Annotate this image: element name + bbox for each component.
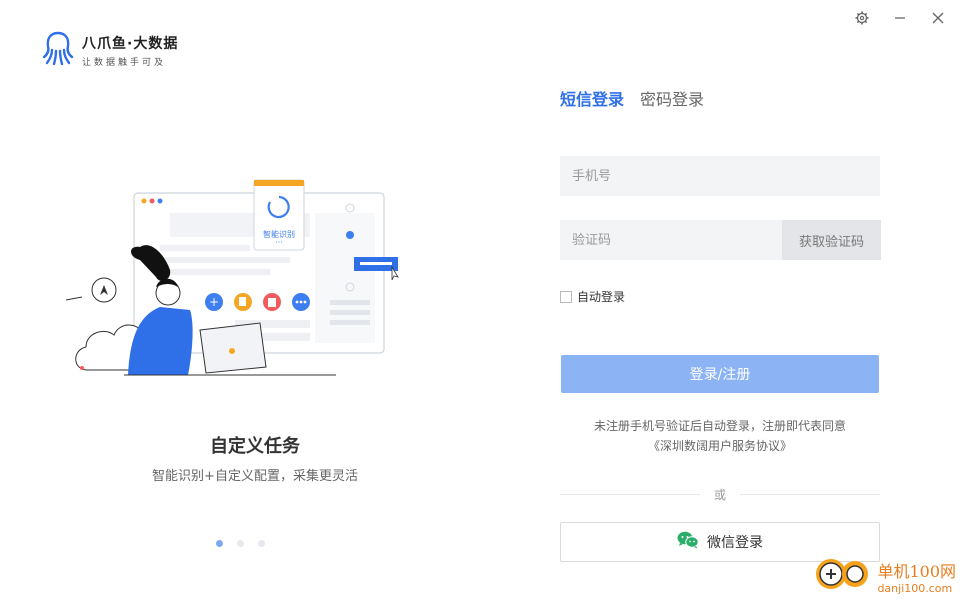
brand-logo: 八爪鱼·大数据 让数据触手可及 [40,30,178,70]
code-input[interactable] [560,220,780,260]
auto-login-option: 自动登录 [560,288,625,305]
carousel-indicator [216,540,265,547]
register-notice: 未注册手机号验证后自动登录，注册即代表同意 [593,419,846,433]
login-tabs: 短信登录 密码登录 [560,86,704,110]
carousel-dot-1[interactable] [216,540,223,547]
window-controls [854,10,946,26]
or-label: 或 [713,488,726,502]
divider-line-right [740,494,880,495]
watermark-logo-icon [813,556,873,596]
brand-name: 八爪鱼·大数据 [82,35,179,52]
site-watermark: 单机100网 danji100.com [813,556,956,596]
auto-login-label: 自动登录 [577,290,626,304]
code-field: 获取验证码 [560,220,881,260]
watermark-title: 单机100网 [877,561,956,581]
get-code-button[interactable]: 获取验证码 [782,220,881,260]
auto-login-checkbox[interactable] [560,290,572,303]
carousel-dot-2[interactable] [237,540,244,547]
tab-password-login[interactable]: 密码登录 [640,86,704,110]
brand-slogan: 让数据触手可及 [82,57,167,68]
carousel-dot-3[interactable] [258,540,265,547]
svg-text:+: + [209,295,219,309]
or-divider: 或 [560,488,880,502]
octopus-logo-icon [40,30,76,70]
service-agreement-link[interactable]: 《深圳数阔用户服务协议》 [560,437,880,454]
login-register-button[interactable]: 登录/注册 [561,355,879,393]
slide-subtitle: 智能识别+自定义配置，采集更灵活 [152,469,358,484]
watermark-url: danji100.com [877,581,953,595]
onboarding-illustration: 智能识别 ··· + [60,175,420,389]
phone-input[interactable] [560,156,880,196]
tab-sms-login[interactable]: 短信登录 [560,86,624,110]
close-icon[interactable] [930,10,946,26]
divider-line-left [560,494,700,495]
illustration-dots: ··· [275,238,283,247]
gear-icon[interactable] [854,10,870,26]
wechat-login-label: 微信登录 [707,535,763,551]
slide-title: 自定义任务 [210,436,300,457]
phone-field [560,156,880,196]
wechat-icon [677,531,699,553]
minimize-icon[interactable] [892,10,908,26]
